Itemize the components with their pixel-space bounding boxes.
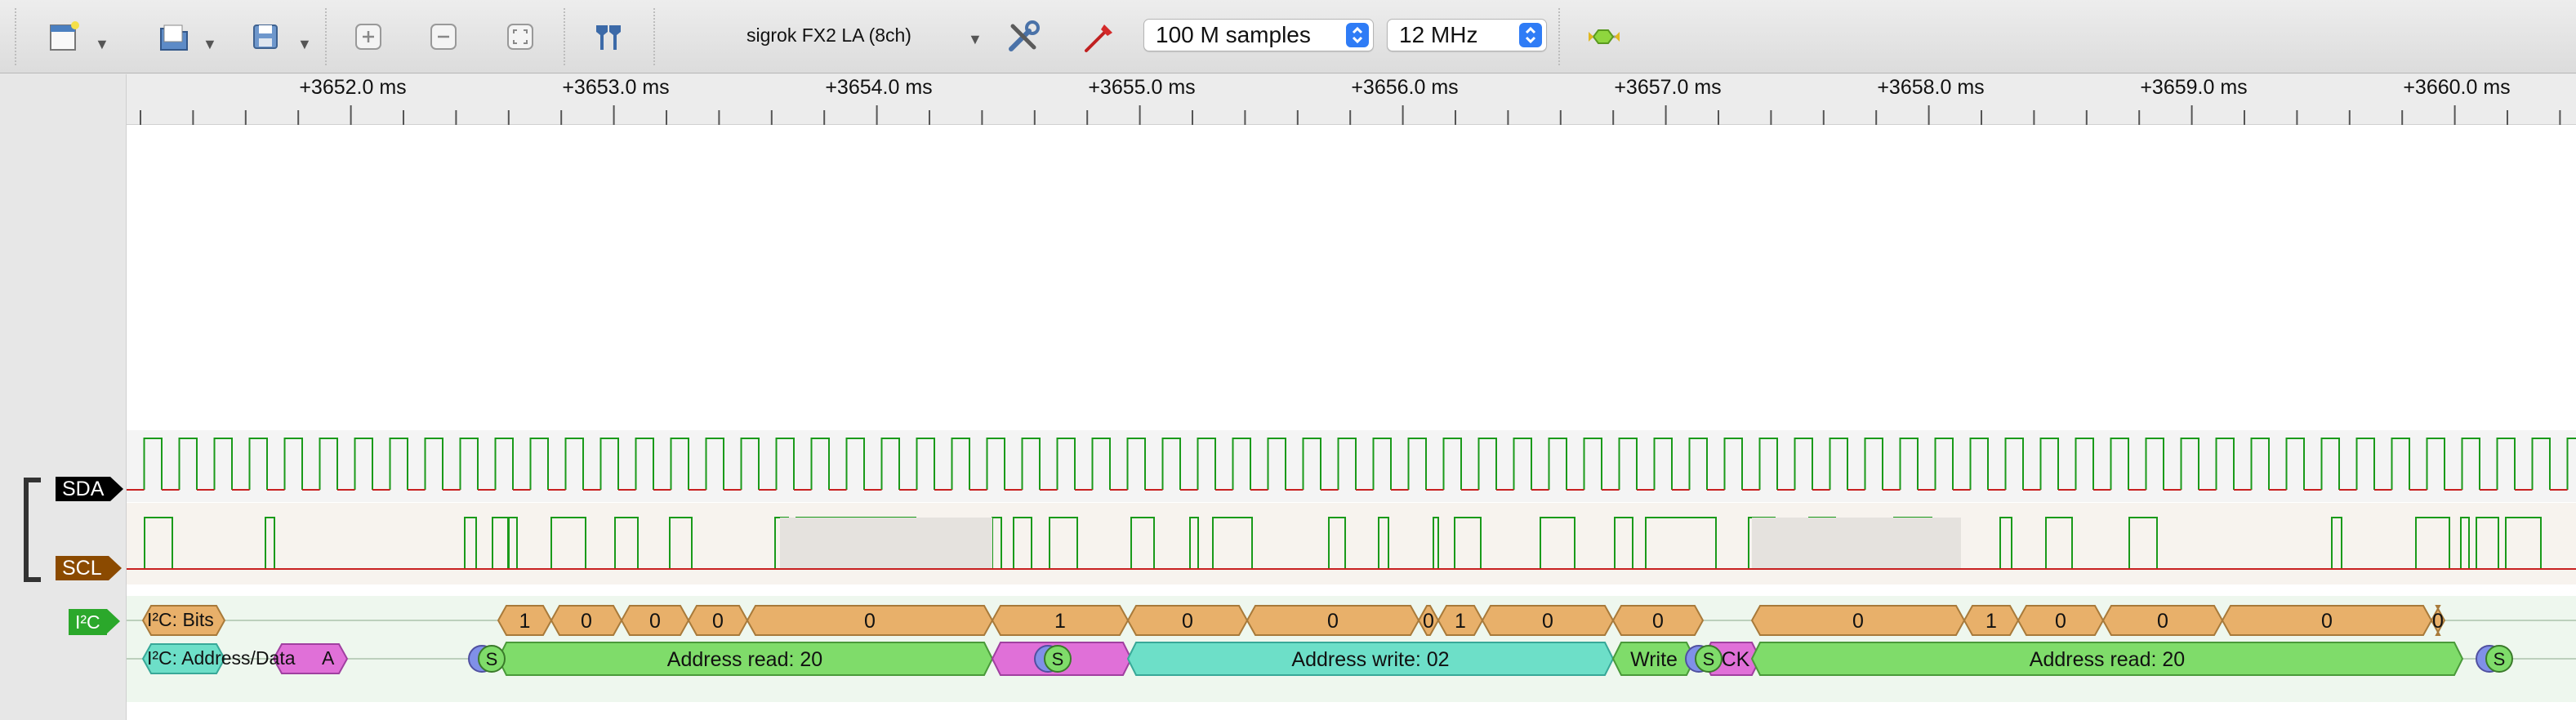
bit-value: 0: [2055, 610, 2066, 633]
start-label: S: [1052, 649, 1064, 669]
zoom-fit-button[interactable]: [503, 20, 537, 54]
decoder-row-address-label: I²C: Address/Data: [147, 647, 296, 669]
bit-value: 0: [1327, 610, 1339, 633]
sample-count-value: 100 M samples: [1156, 22, 1311, 47]
decoder-row-bits-label: I²C: Bits: [147, 609, 214, 630]
bit-value: 0: [1182, 610, 1193, 633]
bit-value: 1: [1455, 610, 1466, 633]
ack-label: CK: [1722, 648, 1750, 671]
save-button[interactable]: [247, 18, 284, 56]
address-label: Address write: 02: [1291, 648, 1449, 671]
save-icon: [253, 24, 278, 49]
zoom-out-icon: [430, 24, 457, 50]
scl-track-background: [127, 503, 2576, 584]
address-label: Address read: 20: [2030, 648, 2185, 671]
bit-value: 1: [519, 610, 531, 633]
open-button[interactable]: [155, 18, 193, 56]
new-document-icon: [50, 21, 79, 51]
cursors-icon: [596, 25, 621, 50]
bit-value: 0: [2321, 610, 2333, 633]
start-label: S: [2494, 649, 2506, 669]
scl-dense-region: [780, 518, 992, 569]
start-label: S: [1703, 649, 1715, 669]
run-button[interactable]: [1584, 21, 1624, 52]
bit-value: 0: [649, 610, 661, 633]
bit-value: 0: [1542, 610, 1553, 633]
samplerate-value: 12 MHz: [1399, 22, 1478, 47]
device-selector-label[interactable]: sigrok FX2 LA (8ch): [747, 24, 911, 47]
run-icon: [1589, 29, 1620, 44]
bit-value: 0: [1852, 610, 1864, 633]
probe-button[interactable]: [1080, 16, 1121, 57]
toolbar: ▼ ▼ ▼ sigrok FX2 LA (8ch) ▼ 100 M sample…: [0, 0, 2576, 73]
bit-value: 0: [864, 610, 876, 633]
open-dropdown[interactable]: ▼: [203, 36, 217, 53]
new-session-dropdown[interactable]: ▼: [95, 36, 109, 53]
channel-group-bracket: [24, 478, 41, 582]
new-session-button[interactable]: [46, 18, 83, 56]
bit-value: 0: [1652, 610, 1664, 633]
open-folder-icon: [160, 24, 188, 51]
write-label: Write: [1630, 648, 1678, 671]
address-label: Address read: 20: [667, 648, 822, 671]
bit-value: 0: [2432, 610, 2444, 633]
start-label: S: [486, 649, 498, 669]
bit-value: 0: [2157, 610, 2168, 633]
select-arrows-icon: [1519, 23, 1542, 47]
save-dropdown[interactable]: ▼: [297, 36, 312, 53]
tools-icon: [1009, 20, 1040, 51]
sda-track-background: [127, 430, 2576, 502]
time-ruler[interactable]: +3652.0 ms +3653.0 ms +3654.0 ms +3655.0 ms…: [127, 74, 2576, 125]
zoom-in-icon: [355, 24, 381, 50]
samplerate-select[interactable]: 12 MHz: [1387, 19, 1547, 51]
channel-label-i2c[interactable]: I²C: [69, 609, 120, 635]
device-dropdown[interactable]: ▼: [968, 31, 983, 48]
cursors-button[interactable]: [590, 18, 627, 56]
device-config-button[interactable]: [1003, 16, 1044, 57]
bit-value: 0: [712, 610, 724, 633]
bit-value: 1: [1985, 610, 1997, 633]
zoom-out-button[interactable]: [426, 20, 461, 54]
select-arrows-icon: [1346, 23, 1369, 47]
trace-view[interactable]: 1 0 0 0 0 1 0 0 0 1 0 0 0 1 0 0 0 0 Address read: 20 Addres…: [127, 125, 2576, 720]
zoom-fit-icon: [507, 24, 533, 50]
decoder-row-badge: A: [322, 647, 335, 669]
bit-value: 0: [581, 610, 592, 633]
channel-label-scl[interactable]: SCL: [56, 556, 122, 580]
channel-label-sda[interactable]: SDA: [56, 477, 124, 501]
bit-value: 0: [1423, 610, 1434, 633]
scl-dense-region: [1752, 518, 1961, 569]
probe-icon: [1085, 24, 1112, 52]
zoom-in-button[interactable]: [351, 20, 386, 54]
sample-count-select[interactable]: 100 M samples: [1143, 19, 1374, 51]
bit-value: 1: [1054, 610, 1066, 633]
